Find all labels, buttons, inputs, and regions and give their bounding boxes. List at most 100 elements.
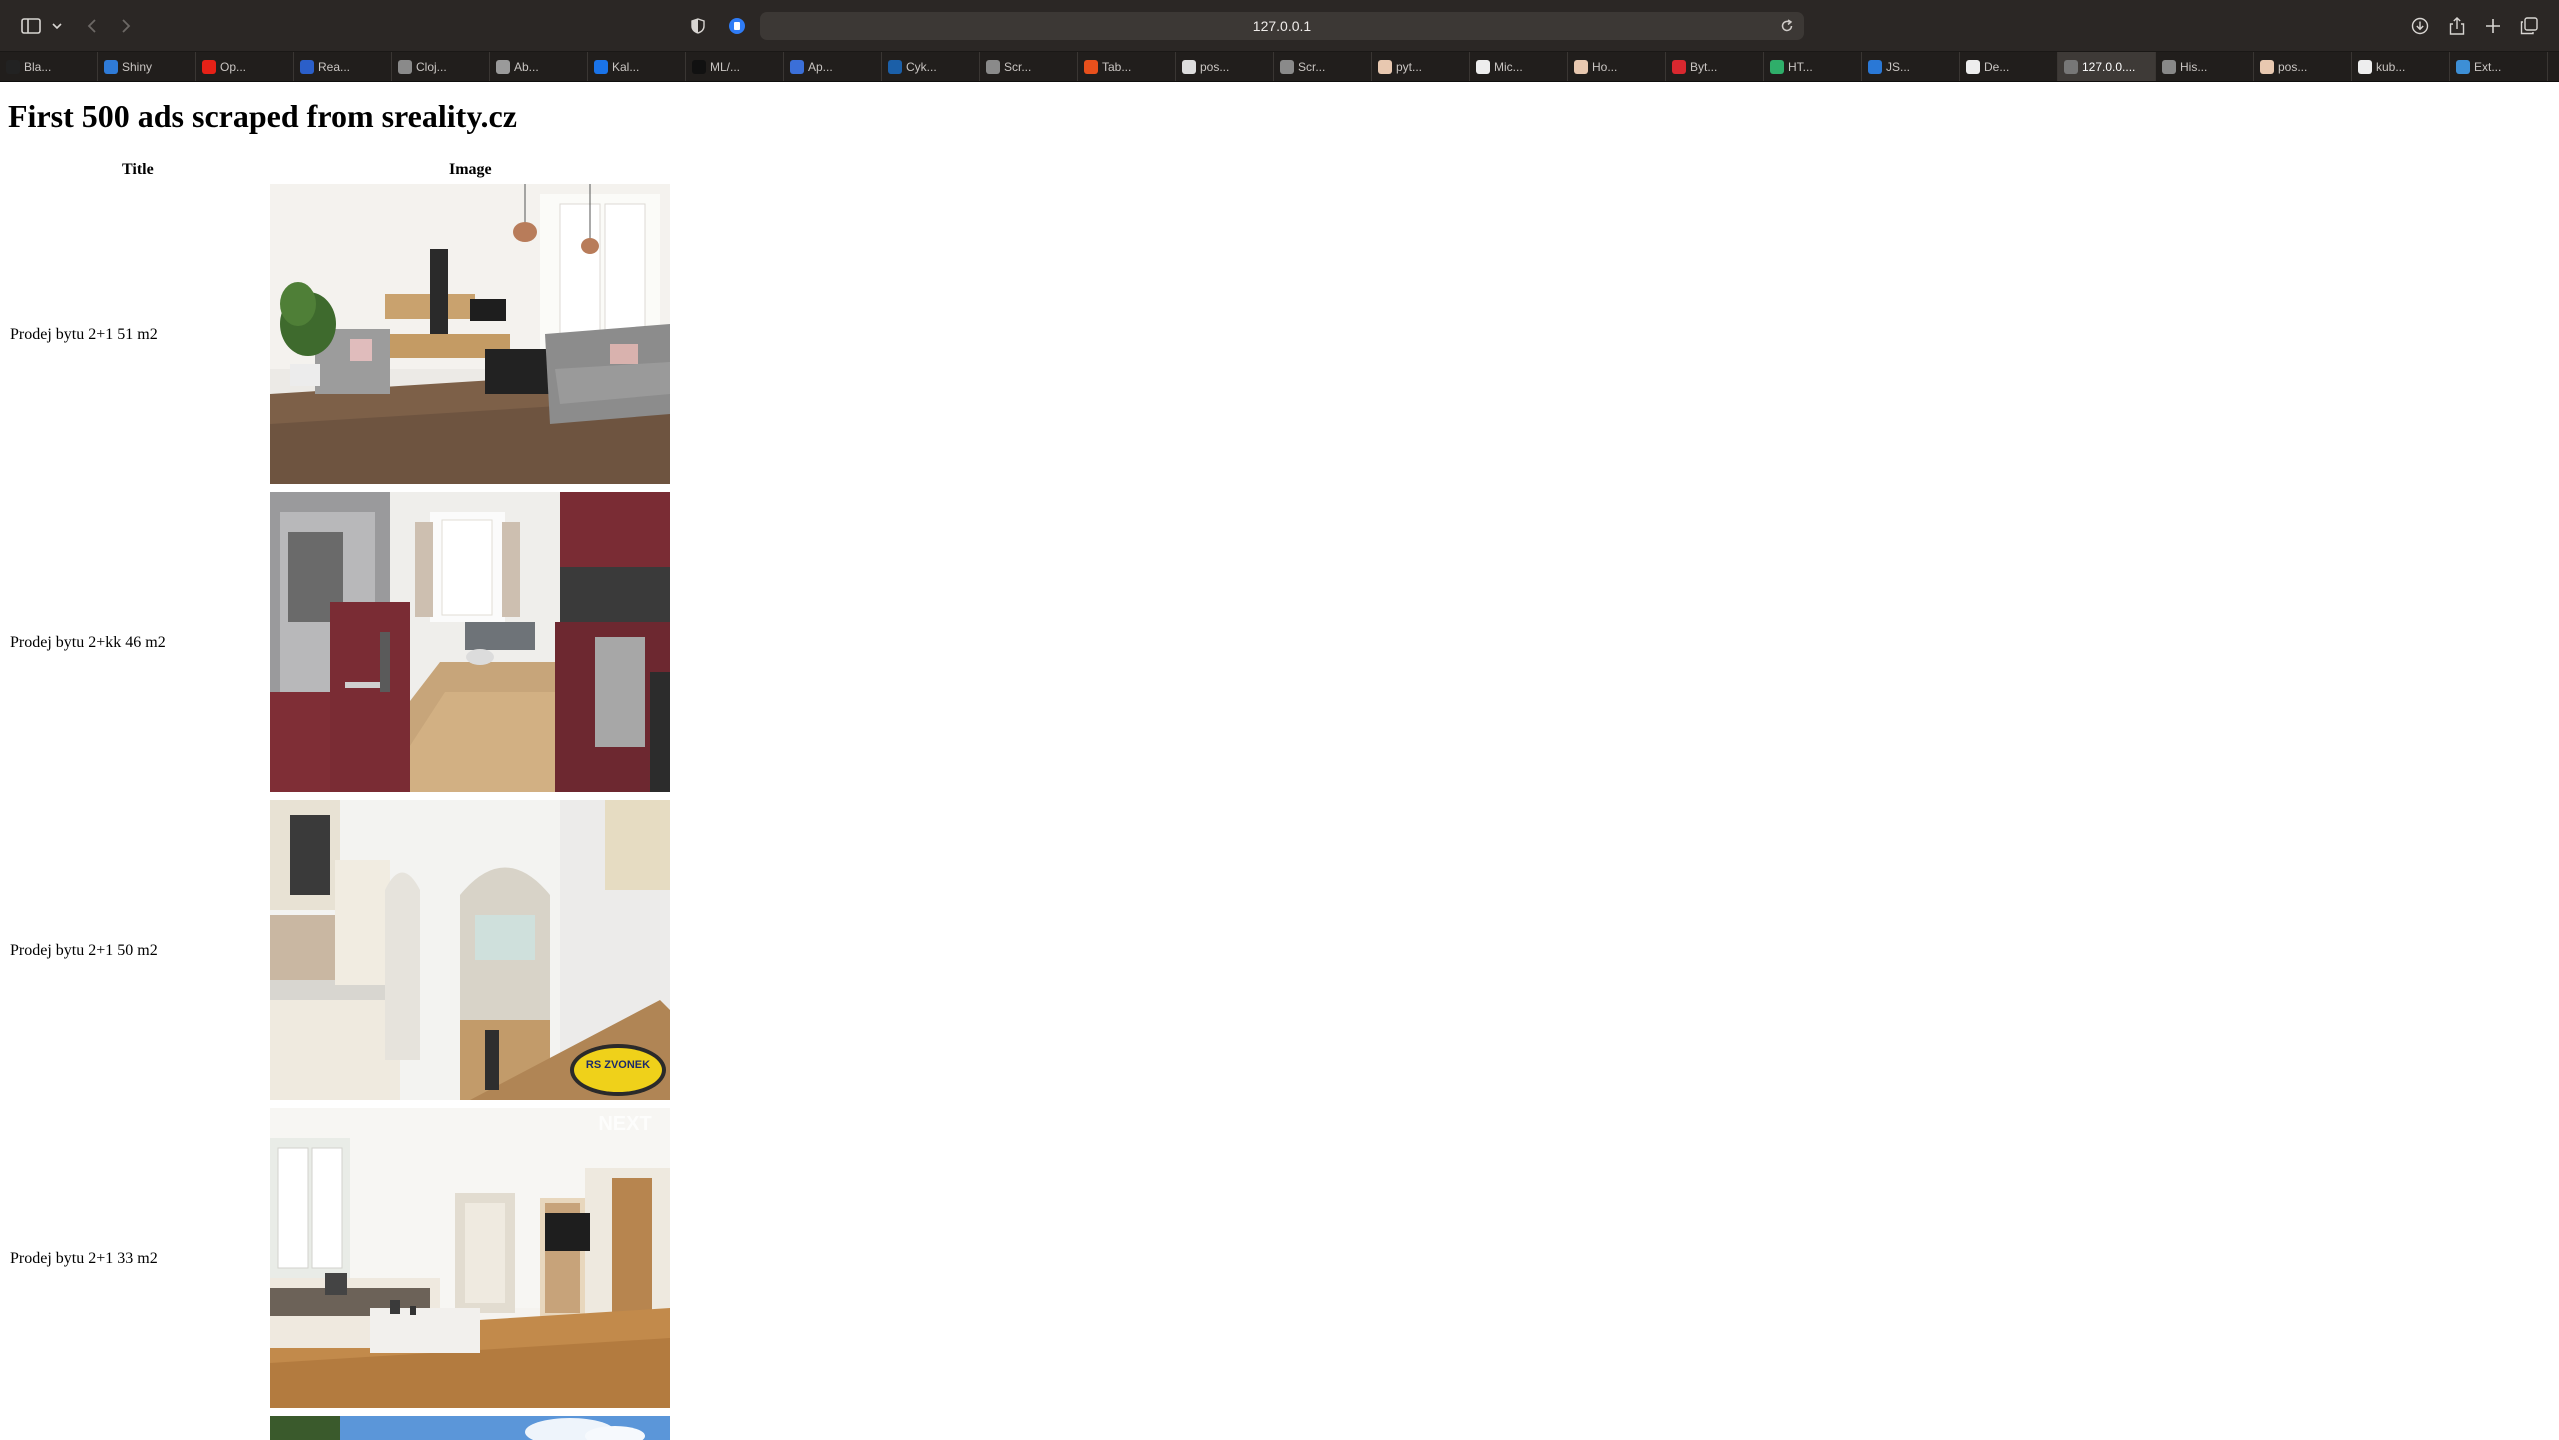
privacy-shield-icon[interactable] <box>688 13 708 39</box>
table-row: Prodej bytu 2+1 50 m2 RS ZVONEK <box>0 800 680 1108</box>
browser-tab[interactable]: Byt... <box>1666 52 1764 81</box>
tab-label: pos... <box>2278 59 2308 74</box>
browser-tab[interactable]: pos... <box>1176 52 1274 81</box>
browser-tab[interactable]: Ap... <box>784 52 882 81</box>
sheet-icon <box>986 60 1000 74</box>
reload-icon[interactable] <box>1780 19 1794 36</box>
tab-label: HT... <box>1788 59 1813 74</box>
zvonek-stamp: RS ZVONEK <box>586 1059 650 1071</box>
sheet-icon <box>1280 60 1294 74</box>
tab-label: kub... <box>2376 59 2406 74</box>
browser-tab[interactable]: De... <box>1960 52 2058 81</box>
youtube-icon <box>202 60 216 74</box>
tab-label: Scr... <box>1298 59 1326 74</box>
listing-image: RS ZVONEK <box>270 800 670 1100</box>
tab-label: pyt... <box>1396 59 1423 74</box>
tab-icon <box>1084 60 1098 74</box>
web-page: First 500 ads scraped from sreality.cz T… <box>0 82 2559 1440</box>
doc-icon <box>300 60 314 74</box>
browser-toolbar: 127.0.0.1 <box>0 0 2559 52</box>
tab-label: His... <box>2180 59 2208 74</box>
python-icon <box>1378 60 1392 74</box>
tab-label: Ab... <box>514 59 539 74</box>
browser-tab[interactable]: Op... <box>196 52 294 81</box>
browser-tab[interactable]: Mic... <box>1470 52 1568 81</box>
browser-tab[interactable]: 127.0.0.... <box>2058 52 2156 81</box>
browser-tab[interactable]: Shiny <box>98 52 196 81</box>
docs-icon <box>790 60 804 74</box>
chevron-down-icon[interactable] <box>50 13 64 39</box>
tab-label: Rea... <box>318 59 351 74</box>
browser-tab[interactable]: Bla... <box>0 52 98 81</box>
listing-title: Prodej bytu 2+kk 46 m2 <box>10 634 166 651</box>
browser-tab[interactable]: Scr... <box>1274 52 1372 81</box>
address-bar[interactable]: 127.0.0.1 <box>760 12 1804 40</box>
browser-tab[interactable]: Rea... <box>294 52 392 81</box>
tab-label: Ho... <box>1592 59 1618 74</box>
listing-image <box>270 1416 670 1440</box>
column-header-image: Image <box>449 161 492 178</box>
forward-arrow-icon[interactable] <box>116 13 136 39</box>
browser-tab[interactable]: kub... <box>2352 52 2450 81</box>
browser-tab[interactable]: JS... <box>1862 52 1960 81</box>
browser-tab[interactable]: Kal... <box>588 52 686 81</box>
browser-tab[interactable]: Cloj... <box>392 52 490 81</box>
extension-icon[interactable] <box>726 13 748 39</box>
tab-label: Ap... <box>808 59 833 74</box>
browser-tab[interactable]: pos... <box>2254 52 2352 81</box>
tab-label: Cyk... <box>906 59 937 74</box>
browser-tab[interactable]: Ho... <box>1568 52 1666 81</box>
post-icon <box>2260 60 2274 74</box>
tab-label: Bla... <box>24 59 52 74</box>
tab-label: pos... <box>1200 59 1230 74</box>
listing-title: Prodej bytu 2+1 51 m2 <box>10 326 158 343</box>
browser-tab[interactable]: Ab... <box>490 52 588 81</box>
url-text: 127.0.0.1 <box>1252 18 1312 34</box>
back-arrow-icon[interactable] <box>82 13 102 39</box>
tab-black-icon <box>6 60 20 74</box>
browser-tab[interactable]: HT... <box>1764 52 1862 81</box>
browser-tab[interactable]: ML/... <box>686 52 784 81</box>
browser-tab[interactable]: Tab... <box>1078 52 1176 81</box>
listing-title: Prodej bytu 2+1 50 m2 <box>10 942 158 959</box>
listing-image <box>270 184 670 484</box>
table-row: Prodej bytu 2+1 33 m2 NEXT <box>0 1108 680 1416</box>
js-icon <box>1868 60 1882 74</box>
browser-tab[interactable]: Ext... <box>2450 52 2548 81</box>
k-icon <box>496 60 510 74</box>
next-watermark: NEXT <box>598 1113 651 1135</box>
tab-label: JS... <box>1886 59 1911 74</box>
new-tab-plus-icon[interactable] <box>2482 13 2504 39</box>
home-icon <box>1574 60 1588 74</box>
sidebar-toggle-icon[interactable] <box>18 13 44 39</box>
table-row: Prodej bytu 2+kk 46 m2 <box>0 492 680 800</box>
listing-image: NEXT <box>270 1108 670 1408</box>
clojure-icon <box>398 60 412 74</box>
tab-label: Cloj... <box>416 59 447 74</box>
tab-overview-icon[interactable] <box>2518 13 2540 39</box>
tab-label: Shiny <box>122 59 153 74</box>
calendar-icon <box>594 60 608 74</box>
browser-tab[interactable]: His... <box>2156 52 2254 81</box>
table-row <box>0 1416 680 1440</box>
ext-icon <box>2456 60 2470 74</box>
tab-label: Tab... <box>1102 59 1132 74</box>
tab-label: De... <box>1984 59 2010 74</box>
shiny-icon <box>104 60 118 74</box>
downloads-icon[interactable] <box>2409 13 2431 39</box>
cyk-icon <box>888 60 902 74</box>
browser-tab[interactable]: pyt... <box>1372 52 1470 81</box>
tab-label: Ext... <box>2474 59 2502 74</box>
github-icon <box>1476 60 1490 74</box>
history-icon <box>2162 60 2176 74</box>
browser-tab[interactable]: Cyk... <box>882 52 980 81</box>
listing-title: Prodej bytu 2+1 33 m2 <box>10 1250 158 1267</box>
tab-label: Mic... <box>1494 59 1523 74</box>
github-icon <box>2358 60 2372 74</box>
html-icon <box>1770 60 1784 74</box>
browser-tab[interactable]: Scr... <box>980 52 1078 81</box>
page-title: First 500 ads scraped from sreality.cz <box>8 98 517 134</box>
postgres-icon <box>1182 60 1196 74</box>
share-icon[interactable] <box>2446 13 2468 39</box>
tab-strip: Bla... Shiny Op... Rea... Cloj... Ab... Kal...… <box>0 52 2559 82</box>
